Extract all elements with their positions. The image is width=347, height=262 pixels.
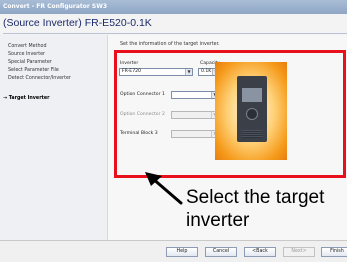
wizard-footer: Help Cancel <Back Next> Finish: [0, 240, 347, 262]
callout-highlight-box: [114, 50, 346, 178]
callout-line-2: inverter: [186, 210, 250, 231]
finish-button[interactable]: Finish: [321, 247, 347, 257]
step-target-inverter[interactable]: → Target Inverter: [3, 96, 49, 101]
callout-arrow-icon: [145, 172, 183, 205]
callout-text: Select the target inverter: [186, 186, 347, 232]
step-detect-connector-inverter[interactable]: Detect Connector/Inverter: [8, 76, 71, 81]
current-step-arrow-icon: →: [3, 96, 8, 101]
title-bar: Convert - FR Configurator SW3: [0, 0, 347, 14]
step-convert-method[interactable]: Convert Method: [8, 44, 46, 49]
page-title: (Source Inverter) FR-E520-0.1K: [3, 17, 152, 29]
instruction-text: Set the information of the target invert…: [120, 42, 220, 47]
step-select-parameter-file[interactable]: Select Parameter File: [8, 68, 59, 73]
callout-line-1: Select the target: [186, 187, 325, 208]
wizard-step-nav: Convert Method Source Inverter Special P…: [0, 35, 108, 240]
step-source-inverter[interactable]: Source Inverter: [8, 52, 45, 57]
cancel-button[interactable]: Cancel: [205, 247, 237, 257]
step-target-inverter-label: Target Inverter: [8, 96, 50, 101]
help-button[interactable]: Help: [166, 247, 198, 257]
next-button: Next>: [283, 247, 315, 257]
title-divider: [3, 33, 347, 34]
back-button[interactable]: <Back: [244, 247, 276, 257]
step-special-parameter[interactable]: Special Parameter: [8, 60, 52, 65]
